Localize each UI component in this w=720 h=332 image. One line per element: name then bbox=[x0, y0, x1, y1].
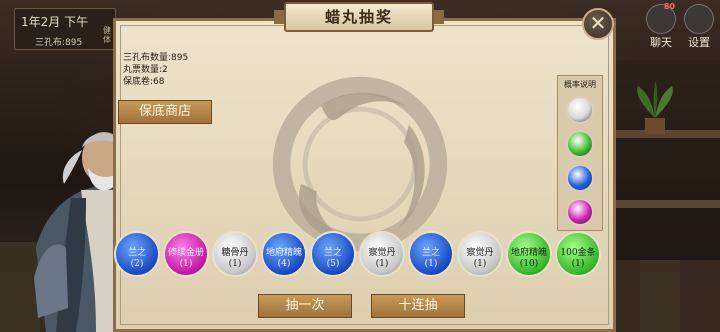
pill-name: 地府精魄 bbox=[265, 248, 302, 258]
pill-count: (1) bbox=[424, 259, 438, 269]
pill-name: 地府精魄 bbox=[510, 248, 547, 258]
pill-count: (1) bbox=[228, 259, 242, 269]
pill-count: (1) bbox=[375, 259, 389, 269]
side-status: 健 体 bbox=[103, 26, 111, 44]
pill-count: (1) bbox=[571, 259, 585, 269]
pill-count: (1) bbox=[179, 259, 193, 269]
potted-plant-icon bbox=[637, 80, 673, 134]
pill-name: 兰之 bbox=[421, 248, 440, 258]
prob-magenta-orb-icon[interactable] bbox=[566, 198, 594, 226]
date-info-box: 1年2月 下午 三孔布:895 bbox=[14, 8, 116, 50]
settings-button[interactable]: 设置 bbox=[682, 4, 716, 50]
pill-count: (10) bbox=[519, 259, 539, 269]
dialog-title-plate: 蜡丸抽奖 bbox=[274, 2, 444, 32]
pill-item[interactable]: 糖骨丹 (1) bbox=[212, 231, 258, 277]
pill-item[interactable]: 察觉丹 (1) bbox=[359, 231, 405, 277]
pill-item[interactable]: 地府精魄 (10) bbox=[506, 231, 552, 277]
pill-item[interactable]: 兰之 (2) bbox=[114, 231, 160, 277]
pill-count: (1) bbox=[473, 259, 487, 269]
prob-blue-orb-icon[interactable] bbox=[566, 164, 594, 192]
probability-title: 概率说明 bbox=[564, 80, 596, 89]
pill-item[interactable]: 地府精魄 (4) bbox=[261, 231, 307, 277]
stats-block: 三孔布数量:895 丸票数量:2 保底卷:68 bbox=[123, 52, 188, 88]
dialog-title: 蜡丸抽奖 bbox=[324, 8, 393, 26]
draw-ten-button[interactable]: 十连抽 bbox=[371, 294, 465, 318]
probability-panel: 概率说明 bbox=[557, 75, 603, 231]
pill-name: 察觉丹 bbox=[368, 248, 396, 258]
close-button[interactable]: ✕ bbox=[582, 8, 614, 40]
pill-count: (2) bbox=[130, 259, 144, 269]
prob-white-orb-icon[interactable] bbox=[566, 96, 594, 124]
pill-name: 察觉丹 bbox=[466, 248, 494, 258]
pill-name: 兰之 bbox=[323, 248, 342, 258]
chat-button[interactable]: 80 聊天 bbox=[644, 2, 678, 50]
chat-label: 聊天 bbox=[650, 36, 672, 49]
pill-item[interactable]: 察觉丹 (1) bbox=[457, 231, 503, 277]
guarantee-shop-button[interactable]: 保底商店 bbox=[118, 100, 212, 124]
date-text: 1年2月 下午 bbox=[21, 15, 89, 29]
stat-guarantee: 保底卷:68 bbox=[123, 77, 165, 87]
pill-item[interactable]: 兰之 (1) bbox=[408, 231, 454, 277]
pill-item[interactable]: 兰之 (5) bbox=[310, 231, 356, 277]
prob-green-orb-icon[interactable] bbox=[566, 130, 594, 158]
draw-once-button[interactable]: 抽一次 bbox=[258, 294, 352, 318]
pill-item[interactable]: 修续金册 (1) bbox=[163, 231, 209, 277]
stat-tickets: 丸票数量:2 bbox=[123, 65, 168, 75]
pill-count: (5) bbox=[326, 259, 340, 269]
stat-coins: 三孔布数量:895 bbox=[123, 53, 189, 63]
pill-item[interactable]: 100金条 (1) bbox=[555, 231, 601, 277]
pill-name: 糖骨丹 bbox=[221, 248, 249, 258]
side-char: 健 bbox=[103, 26, 111, 35]
gear-icon bbox=[684, 4, 714, 34]
side-char: 体 bbox=[103, 35, 111, 44]
pill-name: 兰之 bbox=[127, 248, 146, 258]
chat-badge: 80 bbox=[663, 2, 675, 11]
pill-name: 100金条 bbox=[560, 248, 596, 258]
coins-text: 三孔布:895 bbox=[35, 38, 83, 48]
settings-label: 设置 bbox=[688, 36, 710, 49]
pill-name: 修续金册 bbox=[167, 248, 204, 258]
pill-count: (4) bbox=[277, 259, 291, 269]
close-icon: ✕ bbox=[589, 11, 607, 35]
